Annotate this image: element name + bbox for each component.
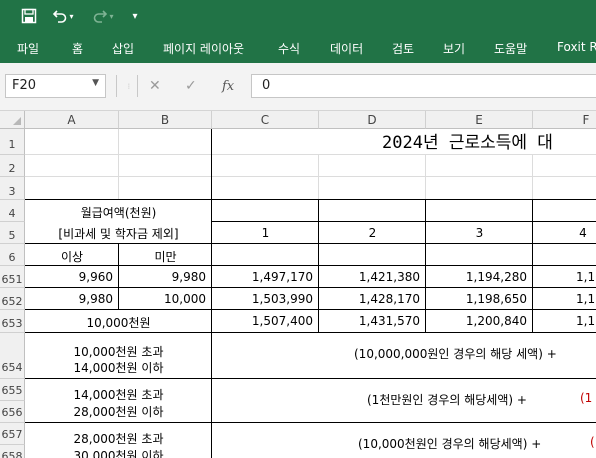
sheet-title[interactable]: 2024년 근로소득에 대 xyxy=(382,131,596,155)
table-cell[interactable]: 1,198,650 xyxy=(426,292,527,306)
row-header-4[interactable]: 4 xyxy=(0,200,25,222)
col-num-2[interactable]: 2 xyxy=(319,226,426,240)
name-box[interactable]: F20 ▼ xyxy=(5,74,106,98)
bracket-label[interactable]: 28,000천원 초과 xyxy=(25,430,212,447)
row-header-654[interactable]: 654 xyxy=(0,333,25,379)
spreadsheet-grid: A B C D E F 1 2 3 4 5 6 651 652 653 654 … xyxy=(0,111,596,458)
col-num-1[interactable]: 1 xyxy=(212,226,319,240)
row-header-651[interactable]: 651 xyxy=(0,266,25,288)
undo-icon[interactable]: ▾ xyxy=(48,5,78,27)
salary-header-line1[interactable]: 월급여액(천원) xyxy=(25,204,212,221)
table-cell[interactable]: 1,164 xyxy=(576,270,596,284)
bracket-formula[interactable]: (10,000,000원인 경우의 해당 세액) + xyxy=(354,345,596,362)
tab-review[interactable]: 검토 xyxy=(392,40,414,57)
table-cell[interactable]: 1,170 xyxy=(576,314,596,328)
column-header-e[interactable]: E xyxy=(426,111,533,129)
col-num-4[interactable]: 4 xyxy=(533,226,596,240)
table-cell[interactable]: 9,960 xyxy=(25,270,113,284)
table-cell[interactable]: 1,168 xyxy=(576,292,596,306)
redo-icon[interactable]: ▾ xyxy=(88,5,118,27)
column-header-b[interactable]: B xyxy=(119,111,212,129)
table-cell[interactable]: 1,497,170 xyxy=(212,270,313,284)
column-header-c[interactable]: C xyxy=(212,111,319,129)
column-header-a[interactable]: A xyxy=(25,111,119,129)
row-header-5[interactable]: 5 xyxy=(0,222,25,244)
formula-bar: F20 ▼ ⋮ ✕ ✓ fx 0 xyxy=(0,63,596,111)
bracket-label[interactable]: 10,000천원 초과 xyxy=(25,343,212,360)
table-cell[interactable]: 9,980 xyxy=(119,270,206,284)
bracket-label[interactable]: 28,000천원 이하 xyxy=(25,403,212,420)
table-cell[interactable]: 1,421,380 xyxy=(319,270,420,284)
bracket-label[interactable]: 14,000천원 이하 xyxy=(25,359,212,376)
table-cell[interactable]: 1,431,570 xyxy=(319,314,420,328)
tab-insert[interactable]: 삽입 xyxy=(112,40,134,57)
row-header-657[interactable]: 657 xyxy=(0,423,25,445)
insert-function-icon[interactable]: fx xyxy=(222,79,234,94)
bracket-formula[interactable]: (1천만원인 경우의 해당세액) + xyxy=(367,391,577,408)
formula-input[interactable]: 0 xyxy=(251,74,596,98)
label-min[interactable]: 이상 xyxy=(25,248,119,265)
tab-help[interactable]: 도움말 xyxy=(494,40,527,57)
bracket-formula-red[interactable]: ( xyxy=(590,435,596,449)
divider xyxy=(116,75,117,97)
row-header-653[interactable]: 653 xyxy=(0,310,25,333)
tab-home[interactable]: 홈 xyxy=(72,40,83,57)
ribbon-tabs: 파일 홈 삽입 페이지 레이아웃 수식 데이터 검토 보기 도움말 Foxit … xyxy=(0,33,596,63)
table-cell[interactable]: 9,980 xyxy=(25,292,113,306)
title-bar: ▾ ▾ ▾ xyxy=(0,0,596,33)
table-cell[interactable]: 1,194,280 xyxy=(426,270,527,284)
chevron-down-icon[interactable]: ▼ xyxy=(92,78,99,88)
table-cell[interactable]: 1,507,400 xyxy=(212,314,313,328)
table-cell[interactable]: 1,428,170 xyxy=(319,292,420,306)
row-header-6[interactable]: 6 xyxy=(0,244,25,266)
select-all-button[interactable] xyxy=(0,111,25,129)
table-cell[interactable]: 10,000천원 xyxy=(25,314,212,331)
table-cell[interactable]: 10,000 xyxy=(119,292,206,306)
tab-view[interactable]: 보기 xyxy=(443,40,465,57)
salary-header-line2[interactable]: [비과세 및 학자금 제외] xyxy=(25,225,212,242)
column-header-f[interactable]: F xyxy=(533,111,596,129)
bracket-formula-red[interactable]: (1 xyxy=(580,391,596,405)
divider xyxy=(137,75,138,97)
bracket-formula[interactable]: (10,000천원인 경우의 해당세액) + xyxy=(358,435,588,452)
table-cell[interactable]: 1,503,990 xyxy=(212,292,313,306)
tab-page-layout[interactable]: 페이지 레이아웃 xyxy=(163,40,244,57)
more-icon: ⋮ xyxy=(126,83,132,90)
tab-formulas[interactable]: 수식 xyxy=(278,40,300,57)
bracket-label[interactable]: 14,000천원 초과 xyxy=(25,386,212,403)
row-header-656[interactable]: 656 xyxy=(0,401,25,423)
label-max[interactable]: 미만 xyxy=(119,248,212,265)
col-num-3[interactable]: 3 xyxy=(426,226,533,240)
save-icon[interactable] xyxy=(18,5,40,27)
customize-qat-icon[interactable]: ▾ xyxy=(128,5,142,27)
row-header-3[interactable]: 3 xyxy=(0,177,25,200)
cancel-icon[interactable]: ✕ xyxy=(149,78,161,94)
table-cell[interactable]: 1,200,840 xyxy=(426,314,527,328)
name-box-value: F20 xyxy=(12,78,37,93)
enter-icon[interactable]: ✓ xyxy=(185,78,197,94)
column-header-d[interactable]: D xyxy=(319,111,426,129)
row-header-1[interactable]: 1 xyxy=(0,129,25,155)
row-header-658[interactable]: 658 xyxy=(0,445,25,458)
bracket-label[interactable]: 30,000천원 이하 xyxy=(25,447,212,458)
row-header-2[interactable]: 2 xyxy=(0,155,25,177)
row-header-652[interactable]: 652 xyxy=(0,288,25,310)
tab-foxit[interactable]: Foxit R xyxy=(557,40,596,54)
tab-file[interactable]: 파일 xyxy=(17,40,39,57)
row-header-655[interactable]: 655 xyxy=(0,379,25,401)
tab-data[interactable]: 데이터 xyxy=(330,40,363,57)
